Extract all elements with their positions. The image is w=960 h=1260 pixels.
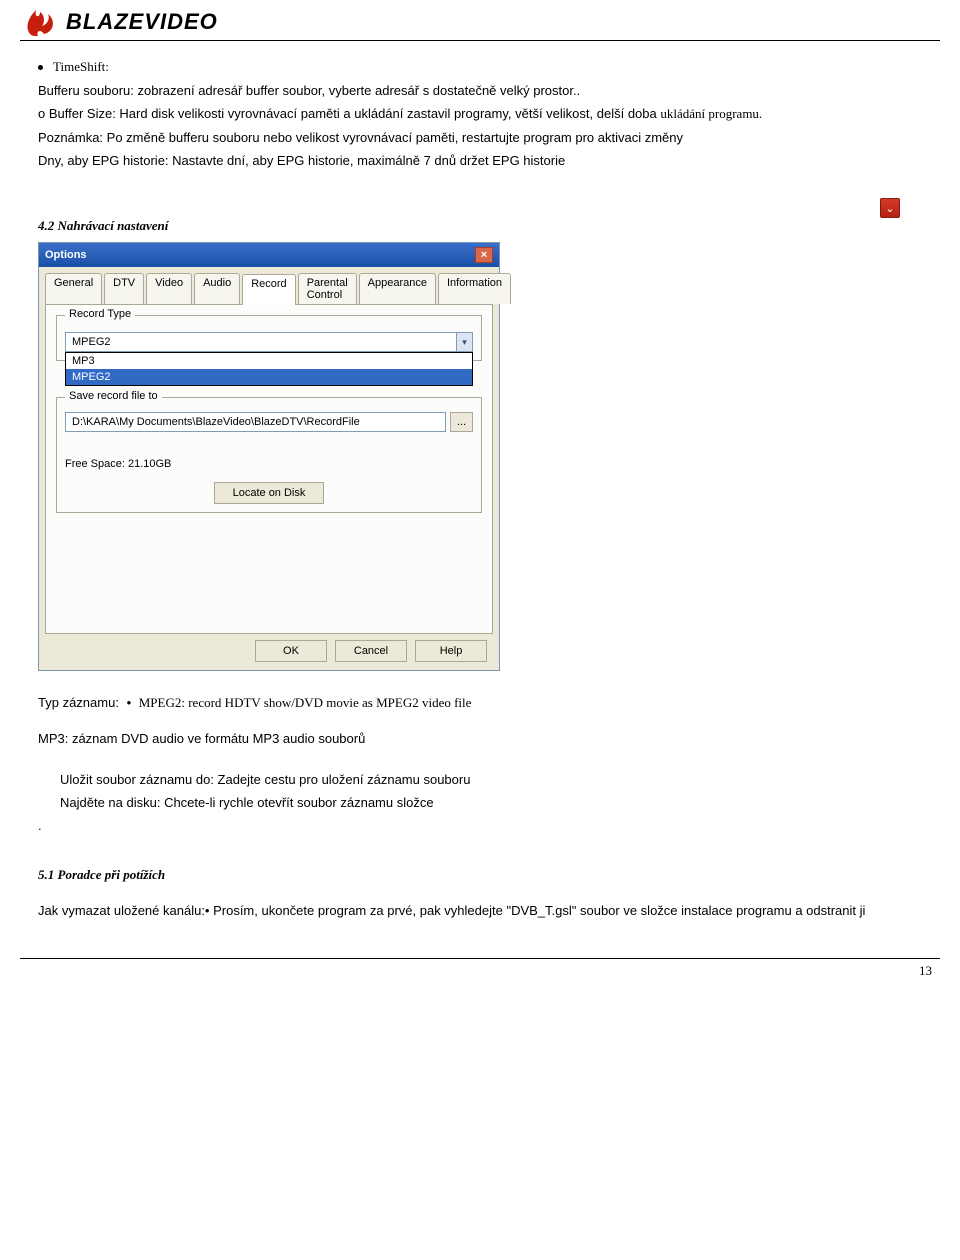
cancel-button[interactable]: Cancel <box>335 640 407 662</box>
heading-troubleshoot: 5.1 Poradce při potížích <box>38 867 940 883</box>
page-number: 13 <box>919 963 932 978</box>
save-to-desc: Uložit soubor záznamu do: Zadejte cestu … <box>60 772 940 787</box>
dropdown-item-mp3[interactable]: MP3 <box>66 353 472 369</box>
chevron-down-icon[interactable]: ▾ <box>456 333 472 351</box>
page-footer: 13 <box>20 958 940 979</box>
tab-appearance[interactable]: Appearance <box>359 273 436 304</box>
dny-line: Dny, aby EPG historie: Nastavte dní, aby… <box>38 153 940 168</box>
bullet-icon <box>38 65 43 70</box>
locate-on-disk-button[interactable]: Locate on Disk <box>214 482 324 504</box>
group-title-save: Save record file to <box>65 390 162 402</box>
buffer-size-prefix: o Buffer Size: Hard disk velikosti vyrov… <box>38 106 657 121</box>
mp3-desc: MP3: záznam DVD audio ve formátu MP3 aud… <box>38 731 940 746</box>
timeshift-label: TimeShift: <box>53 59 109 75</box>
note-line: Poznámka: Po změně bufferu souboru nebo … <box>38 130 940 145</box>
tab-record[interactable]: Record <box>242 274 295 305</box>
save-path-field[interactable]: D:\KARA\My Documents\BlazeVideo\BlazeDTV… <box>65 412 446 432</box>
tab-information[interactable]: Information <box>438 273 511 304</box>
options-window: Options × General DTV Video Audio Record… <box>38 242 500 671</box>
ok-button[interactable]: OK <box>255 640 327 662</box>
group-title-record-type: Record Type <box>65 308 135 320</box>
window-titlebar: Options × <box>39 243 499 267</box>
record-type-dropdown: MP3 MPEG2 <box>65 352 473 386</box>
brand-text: BLAZEVIDEO <box>66 9 218 35</box>
buffer-size-tail: ukládání programu. <box>660 106 762 121</box>
tab-general[interactable]: General <box>45 273 102 304</box>
tab-audio[interactable]: Audio <box>194 273 240 304</box>
trouble-line: Jak vymazat uložené kanálu:• Prosím, uko… <box>38 903 940 918</box>
tabs-row: General DTV Video Audio Record Parental … <box>45 273 493 304</box>
typ-zaznamu-line: Typ záznamu: • MPEG2: record HDTV show/D… <box>38 695 940 711</box>
record-type-combo[interactable]: MPEG2 ▾ <box>65 332 473 352</box>
tab-panel-record: Record Type MPEG2 ▾ MP3 MPEG2 Save recor… <box>45 304 493 634</box>
page-header: BLAZEVIDEO <box>20 0 940 41</box>
browse-button[interactable]: ... <box>450 412 473 432</box>
heading-recording-settings: 4.2 Nahrávací nastavení <box>38 218 940 234</box>
group-record-type: Record Type MPEG2 ▾ MP3 MPEG2 <box>56 315 482 361</box>
buffer-line: Bufferu souboru: zobrazení adresář buffe… <box>38 83 940 98</box>
trailing-dot: . <box>38 818 940 833</box>
locate-desc: Najděte na disku: Chcete-li rychle otevř… <box>60 795 940 810</box>
typ-zaznamu-label: Typ záznamu: <box>38 695 119 710</box>
mpeg2-desc: MPEG2: record HDTV show/DVD movie as MPE… <box>139 695 472 710</box>
dropdown-item-mpeg2[interactable]: MPEG2 <box>66 369 472 385</box>
bullet-timeshift: TimeShift: <box>38 59 940 75</box>
dropdown-indicator-icon: ⌄ <box>880 198 900 218</box>
window-title: Options <box>45 249 87 261</box>
close-icon[interactable]: × <box>475 247 493 263</box>
buffer-size-line: o Buffer Size: Hard disk velikosti vyrov… <box>38 106 940 122</box>
free-space-label: Free Space: 21.10GB <box>65 458 473 470</box>
combo-selected-value: MPEG2 <box>66 336 456 348</box>
tab-dtv[interactable]: DTV <box>104 273 144 304</box>
window-button-row: OK Cancel Help <box>45 640 493 662</box>
flame-icon <box>20 6 60 38</box>
help-button[interactable]: Help <box>415 640 487 662</box>
window-body: General DTV Video Audio Record Parental … <box>39 267 499 670</box>
tab-video[interactable]: Video <box>146 273 192 304</box>
tab-parental[interactable]: Parental Control <box>298 273 357 304</box>
group-save-file: Save record file to D:\KARA\My Documents… <box>56 397 482 513</box>
